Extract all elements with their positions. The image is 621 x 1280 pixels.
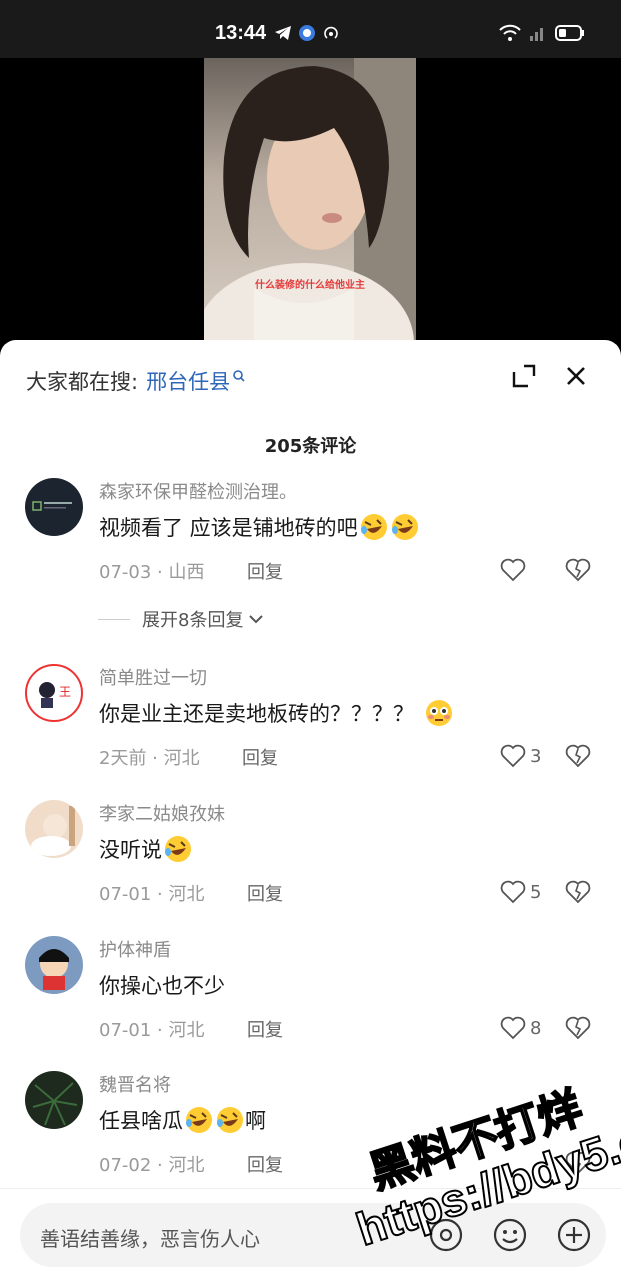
telegram-icon	[275, 26, 291, 40]
expand-replies-button[interactable]: 展开8条回复	[98, 606, 265, 632]
svg-text:王: 王	[59, 685, 71, 699]
rofl-emoji-icon	[217, 1107, 243, 1133]
comment-date-location: 07-01 · 河北	[99, 884, 205, 905]
video-player[interactable]: 什么装修的什么给他业主	[0, 58, 621, 358]
heart-icon	[500, 1016, 526, 1040]
comment-text: 没听说	[99, 834, 193, 864]
avatar[interactable]	[25, 478, 83, 536]
rofl-emoji-icon	[360, 514, 387, 540]
comment-text: 你是业主还是卖地板砖的？？？？	[99, 698, 454, 728]
comments-sheet: 大家都在搜: 邢台任县 205条评论 森家环保甲醛检测治理。 视频看了 应该是铺…	[0, 340, 621, 1280]
search-icon	[233, 370, 245, 382]
expand-replies-label: 展开8条回复	[142, 610, 244, 631]
comment-input-bar: 善语结善缘，恶言伤人心	[0, 1188, 621, 1280]
reply-button[interactable]: 回复	[247, 1151, 283, 1177]
heart-icon	[500, 880, 526, 904]
comment-username[interactable]: 森家环保甲醛检测治理。	[99, 478, 297, 504]
heart-icon	[500, 744, 526, 768]
reply-button[interactable]: 回复	[247, 1016, 283, 1042]
broken-heart-icon[interactable]	[565, 744, 591, 768]
reply-button[interactable]: 回复	[242, 744, 278, 770]
status-time: 13:44	[215, 22, 267, 44]
video-image	[204, 58, 416, 358]
comment-input-placeholder: 善语结善缘，恶言伤人心	[40, 1227, 260, 1251]
like-button[interactable]	[500, 558, 530, 582]
search-prefix: 大家都在搜:	[26, 370, 139, 394]
comment-body-tail: 啊	[245, 1109, 266, 1133]
divider	[98, 618, 130, 620]
trending-search-row[interactable]: 大家都在搜: 邢台任县	[26, 366, 246, 396]
like-button[interactable]: 5	[500, 880, 541, 904]
like-count: 5	[530, 881, 542, 903]
comment-text: 你操心也不少	[99, 970, 225, 1000]
comment-body: 你是业主还是卖地板砖的？？？？	[99, 702, 414, 726]
broken-heart-icon[interactable]	[565, 1016, 591, 1040]
heart-icon	[500, 558, 526, 582]
at-mention-icon[interactable]	[428, 1217, 464, 1253]
comment-username[interactable]: 护体神盾	[99, 936, 171, 962]
reply-button[interactable]: 回复	[247, 558, 283, 584]
avatar[interactable]: 王	[25, 664, 83, 722]
status-bar: 13:44	[0, 0, 621, 58]
expand-icon[interactable]	[510, 362, 538, 390]
comment-text: 任县啥瓜 啊	[99, 1105, 266, 1135]
comment-body: 你操心也不少	[99, 974, 225, 998]
comment-username[interactable]: 李家二姑娘孜妹	[99, 800, 225, 826]
reply-button[interactable]: 回复	[247, 880, 283, 906]
comment-date-location: 2天前 · 河北	[99, 748, 200, 769]
comment-username[interactable]: 简单胜过一切	[99, 664, 207, 690]
close-icon[interactable]	[562, 362, 590, 390]
avatar[interactable]	[25, 1071, 83, 1129]
comment-body: 没听说	[99, 838, 162, 862]
signal-icon	[530, 28, 543, 41]
comment-input[interactable]: 善语结善缘，恶言伤人心	[20, 1203, 606, 1267]
emoji-icon[interactable]	[492, 1217, 528, 1253]
battery-icon	[555, 25, 584, 41]
avatar[interactable]	[25, 936, 83, 994]
rofl-emoji-icon	[165, 836, 191, 862]
wifi-icon	[499, 24, 521, 41]
broken-heart-icon[interactable]	[565, 558, 591, 582]
like-button[interactable]: 8	[500, 1016, 541, 1040]
like-count: 3	[530, 745, 542, 767]
rofl-emoji-icon	[186, 1107, 212, 1133]
comment-count: 205条评论	[264, 436, 357, 457]
comment-date-location: 07-02 · 河北	[99, 1155, 205, 1176]
like-button[interactable]: 3	[500, 744, 541, 768]
comment-body: 视频看了 应该是铺地砖的吧	[99, 516, 358, 540]
status-icons-right	[499, 24, 585, 42]
like-count: 8	[530, 1017, 542, 1039]
search-keyword-link[interactable]: 邢台任县	[146, 366, 230, 396]
comment-username[interactable]: 魏晋名将	[99, 1071, 171, 1097]
add-icon[interactable]	[556, 1217, 592, 1253]
broken-heart-icon[interactable]	[565, 1151, 591, 1175]
comment-text: 视频看了 应该是铺地砖的吧	[99, 512, 420, 542]
app-icon	[299, 25, 315, 41]
hotspot-icon	[324, 26, 338, 39]
comment-body: 任县啥瓜	[99, 1109, 183, 1133]
flushed-emoji-icon	[426, 700, 452, 726]
chevron-down-icon	[249, 615, 264, 624]
video-caption: 什么装修的什么给他业主	[255, 280, 365, 291]
comment-date-location: 07-01 · 河北	[99, 1020, 205, 1041]
video-frame[interactable]: 什么装修的什么给他业主	[204, 58, 416, 358]
broken-heart-icon[interactable]	[565, 880, 591, 904]
comment-date-location: 07-03 · 山西	[99, 562, 205, 583]
status-icons-left	[274, 24, 340, 42]
avatar[interactable]	[25, 800, 83, 858]
rofl-emoji-icon	[391, 514, 418, 540]
